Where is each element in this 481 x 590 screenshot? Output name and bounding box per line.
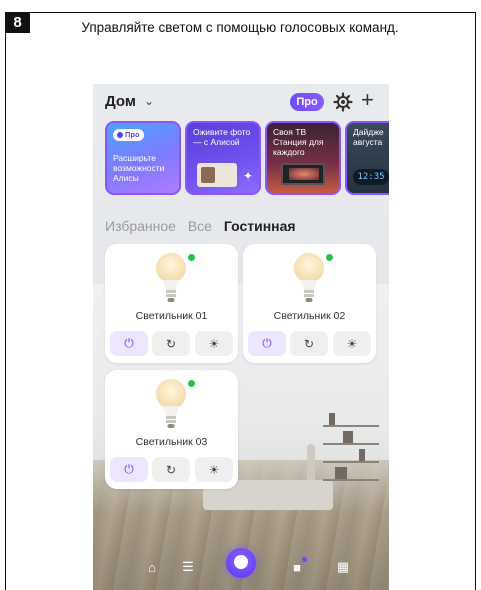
gear-icon[interactable] <box>333 92 353 112</box>
story-card-pro[interactable]: Про Расширьте возможности Алисы <box>105 121 181 195</box>
chevron-down-icon[interactable]: ⌄ <box>144 94 154 108</box>
device-name: Светильник 02 <box>273 310 346 322</box>
sun-icon: ☀ <box>346 336 358 351</box>
lightbulb-icon <box>294 253 324 302</box>
pro-badge: Про <box>113 129 144 141</box>
tab-living-room[interactable]: Гостинная <box>224 218 296 234</box>
device-name: Светильник 01 <box>135 310 208 322</box>
tab-all[interactable]: Все <box>188 218 212 234</box>
story-card-tv[interactable]: Своя ТВ Станция для каждого <box>265 121 341 195</box>
add-device-button[interactable]: + <box>361 87 374 113</box>
devices-icon[interactable]: ■ <box>288 560 306 575</box>
story-card-digest[interactable]: Дайдже августа 12:35 <box>345 121 389 195</box>
home-selector[interactable]: Дом <box>105 93 136 110</box>
services-icon[interactable]: ▦ <box>334 559 352 574</box>
story-text: Расширьте возможности Алисы <box>113 153 165 183</box>
rotate-icon: ↻ <box>165 462 177 477</box>
home-icon[interactable]: ⌂ <box>143 560 161 575</box>
reset-button[interactable]: ↻ <box>152 331 190 356</box>
tv-image <box>281 163 325 185</box>
power-icon: ⏻ <box>124 336 134 350</box>
lightbulb-icon <box>156 253 186 302</box>
light-mode-button[interactable]: ☀ <box>195 331 233 356</box>
story-text: Дайдже августа <box>353 127 384 147</box>
sun-icon: ☀ <box>208 462 220 477</box>
power-button[interactable]: ⏻ <box>248 331 286 356</box>
light-mode-button[interactable]: ☀ <box>333 331 371 356</box>
reset-button[interactable]: ↻ <box>152 457 190 482</box>
online-status-dot <box>187 253 196 262</box>
story-text: Своя ТВ Станция для каждого <box>273 127 324 157</box>
online-status-dot <box>187 379 196 388</box>
power-button[interactable]: ⏻ <box>110 457 148 482</box>
notification-dot <box>302 557 307 562</box>
routines-icon[interactable]: ☰ <box>179 559 197 574</box>
room-tabs: Избранное Все Гостинная <box>105 218 304 234</box>
power-icon: ⏻ <box>262 336 272 350</box>
device-name: Светильник 03 <box>135 436 208 448</box>
power-button[interactable]: ⏻ <box>110 331 148 356</box>
rotate-icon: ↻ <box>165 336 177 351</box>
story-text: Оживите фото — с Алисой <box>193 127 251 147</box>
online-status-dot <box>325 253 334 262</box>
device-card[interactable]: Светильник 03 ⏻ ↻ ☀ <box>105 370 238 489</box>
app-header: Дом ⌄ Про + <box>93 84 389 120</box>
photo-thumbnail <box>197 163 237 187</box>
pro-button[interactable]: Про <box>290 93 324 111</box>
step-badge: 8 <box>5 12 30 33</box>
phone-screen: Дом ⌄ Про + Про Расширьте возможности Ал… <box>93 84 389 590</box>
alice-icon[interactable] <box>226 548 256 578</box>
rotate-icon: ↻ <box>303 336 315 351</box>
bottom-nav: ⌂ ☰ ■ ▦ <box>93 540 389 590</box>
reset-button[interactable]: ↻ <box>290 331 328 356</box>
story-card-photo[interactable]: Оживите фото — с Алисой ✦ <box>185 121 261 195</box>
lightbulb-icon <box>156 379 186 428</box>
bookshelf <box>323 409 379 484</box>
clock-display: 12:35 <box>353 169 389 185</box>
power-icon: ⏻ <box>124 462 134 476</box>
sparkle-icon: ✦ <box>242 169 253 183</box>
sun-icon: ☀ <box>208 336 220 351</box>
device-card[interactable]: Светильник 02 ⏻ ↻ ☀ <box>243 244 376 363</box>
device-card[interactable]: Светильник 01 ⏻ ↻ ☀ <box>105 244 238 363</box>
caption: Управляйте светом с помощью голосовых ко… <box>81 20 399 35</box>
tab-favorites[interactable]: Избранное <box>105 218 176 234</box>
light-mode-button[interactable]: ☀ <box>195 457 233 482</box>
stories-carousel[interactable]: Про Расширьте возможности Алисы Оживите … <box>93 121 389 195</box>
